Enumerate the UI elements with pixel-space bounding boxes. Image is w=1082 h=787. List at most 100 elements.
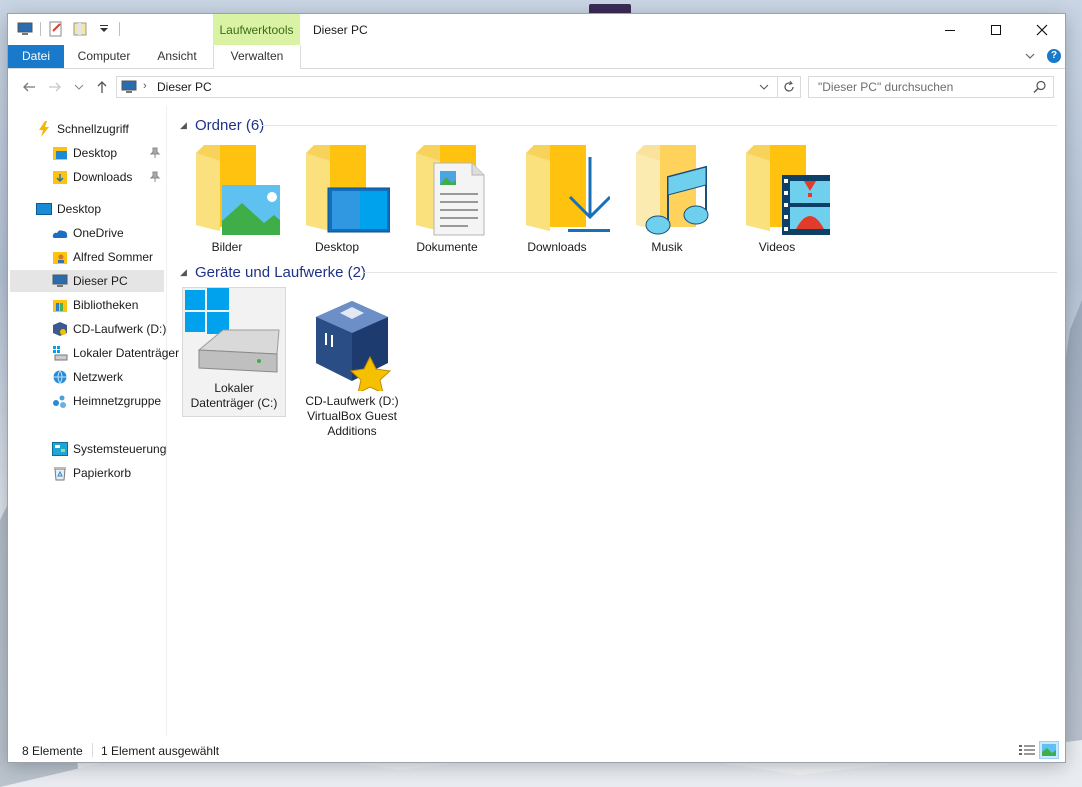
drive-label-line2: Datenträger (C:) [190, 396, 278, 410]
group-header-ordner[interactable]: ◢ Ordner (6) [180, 115, 264, 135]
sidebar-item-label: Bibliotheken [73, 298, 139, 312]
group-divider [262, 125, 1057, 126]
sidebar-item-label: CD-Laufwerk (D:) [73, 322, 167, 336]
homegroup-icon [52, 393, 68, 409]
tab-computer[interactable]: Computer [68, 45, 140, 68]
breadcrumb[interactable]: Dieser PC [157, 80, 212, 94]
group-title: Geräte und Laufwerke (2) [195, 263, 366, 281]
control-panel-icon [52, 441, 68, 457]
address-dropdown-icon[interactable] [756, 79, 772, 95]
sidebar-item-bibliotheken[interactable]: Bibliotheken [52, 294, 138, 316]
sidebar-item-label: Downloads [73, 170, 133, 184]
selection-count: 1 Element ausgewählt [101, 744, 220, 758]
network-icon [52, 369, 68, 385]
sidebar-item-heimnetzgruppe[interactable]: Heimnetzgruppe [52, 390, 161, 412]
virtualbox-cd-icon [316, 301, 392, 394]
folder-tile-downloads[interactable]: Downloads [504, 141, 612, 255]
drive-label-line2: VirtualBox Guest [307, 409, 397, 423]
sidebar-item-systemsteuerung[interactable]: Systemsteuerung [52, 438, 166, 460]
refresh-button[interactable] [777, 77, 800, 97]
folder-tile-musik[interactable]: Musik [614, 141, 720, 255]
sidebar-item-downloads-quick[interactable]: Downloads [52, 166, 132, 188]
group-divider [364, 272, 1057, 273]
breadcrumb-chevron-icon[interactable]: › [143, 80, 147, 92]
sidebar-item-schnellzugriff[interactable]: Schnellzugriff [36, 118, 129, 140]
drive-tile-d[interactable]: CD-Laufwerk (D:) VirtualBox Guest Additi… [300, 301, 404, 441]
sidebar-item-lokaler-datentraeger[interactable]: Lokaler Datenträger [52, 342, 179, 364]
collapse-caret-icon[interactable]: ◢ [180, 120, 190, 131]
onedrive-icon [52, 225, 68, 241]
windows-drive-icon [185, 288, 280, 373]
folder-tile-desktop[interactable]: Desktop [284, 141, 391, 255]
customize-toolbar-dropdown-icon[interactable] [95, 20, 113, 38]
group-header-geraete[interactable]: ◢ Geräte und Laufwerke (2) [180, 262, 366, 282]
tile-label: Desktop [314, 240, 360, 254]
expand-ribbon-icon[interactable] [1023, 49, 1037, 63]
maximize-button[interactable] [973, 14, 1019, 45]
tab-datei[interactable]: Datei [8, 45, 64, 68]
folder-desktop-icon [52, 145, 68, 161]
folder-downloads-icon [52, 169, 68, 185]
search-icon[interactable] [1033, 80, 1047, 97]
downloads-folder-icon [526, 145, 612, 232]
toolbar-separator [119, 22, 120, 36]
folder-tile-dokumente[interactable]: Dokumente [394, 141, 500, 255]
pictures-folder-icon [196, 145, 288, 235]
recent-locations-button[interactable] [70, 79, 88, 95]
sidebar-item-dieser-pc[interactable]: Dieser PC [10, 270, 164, 292]
back-button[interactable] [20, 79, 38, 95]
drive-tile-c[interactable]: Lokaler Datenträger (C:) [182, 287, 286, 417]
up-button[interactable] [93, 79, 111, 95]
item-count: 8 Elemente [22, 744, 83, 758]
sidebar-item-label: Desktop [57, 202, 102, 216]
tile-label: Downloads [527, 240, 587, 254]
tab-verwalten[interactable]: Verwalten [213, 45, 301, 69]
folder-tile-videos[interactable]: Videos [724, 141, 838, 255]
tile-label: Dokumente [416, 240, 478, 254]
libraries-icon [52, 297, 68, 313]
status-separator [92, 743, 93, 757]
ribbon-tab-bar: Datei Computer Ansicht Verwalten ? [8, 45, 1065, 69]
details-view-icon[interactable] [1017, 741, 1037, 759]
toolbar-separator [40, 22, 41, 36]
search-placeholder: "Dieser PC" durchsuchen [818, 80, 954, 94]
search-input[interactable]: "Dieser PC" durchsuchen [808, 76, 1054, 98]
pin-icon[interactable] [149, 147, 161, 159]
sidebar-item-alfred-sommer[interactable]: Alfred Sommer [52, 246, 153, 268]
drive-label-line3: Additions [327, 424, 377, 438]
folder-tile-bilder[interactable]: Bilder [174, 141, 288, 255]
collapse-caret-icon[interactable]: ◢ [180, 267, 190, 278]
pin-icon[interactable] [149, 171, 161, 183]
sidebar-item-netzwerk[interactable]: Netzwerk [52, 366, 123, 388]
properties-icon[interactable] [47, 20, 65, 38]
quick-access-star-icon [36, 121, 52, 137]
sidebar-item-cd-laufwerk[interactable]: CD-Laufwerk (D:) [52, 318, 166, 340]
sidebar-item-desktop[interactable]: Desktop [36, 198, 101, 220]
window-title: Dieser PC [313, 23, 368, 37]
navigation-pane: Schnellzugriff Desktop Downloads Desktop [8, 106, 179, 736]
sidebar-item-onedrive[interactable]: OneDrive [52, 222, 124, 244]
sidebar-item-papierkorb[interactable]: Papierkorb [52, 462, 131, 484]
new-folder-icon[interactable] [71, 20, 89, 38]
help-icon[interactable]: ? [1047, 49, 1061, 63]
status-bar: 8 Elemente 1 Element ausgewählt [8, 738, 1065, 762]
group-title: Ordner (6) [195, 116, 265, 134]
tile-label: Musik [651, 240, 683, 254]
context-tab-group-label: Laufwerktools [213, 14, 300, 45]
close-button[interactable] [1019, 14, 1065, 45]
sidebar-item-label: Desktop [73, 146, 118, 160]
computer-icon [52, 273, 68, 289]
address-row: › Dieser PC "Dieser PC" durchsuchen [8, 69, 1065, 105]
minimize-button[interactable] [927, 14, 973, 45]
sidebar-item-label: Systemsteuerung [73, 442, 167, 456]
forward-button[interactable] [46, 79, 64, 95]
tab-ansicht[interactable]: Ansicht [142, 45, 212, 68]
large-icons-view-icon[interactable] [1039, 741, 1059, 759]
computer-icon[interactable] [16, 20, 34, 38]
sidebar-item-label: Papierkorb [73, 466, 132, 480]
address-bar[interactable]: › Dieser PC [116, 76, 801, 98]
sidebar-item-label: Heimnetzgruppe [73, 394, 162, 408]
sidebar-item-label: Alfred Sommer [73, 250, 154, 264]
tile-label: Videos [758, 240, 796, 254]
sidebar-item-desktop-quick[interactable]: Desktop [52, 142, 117, 164]
